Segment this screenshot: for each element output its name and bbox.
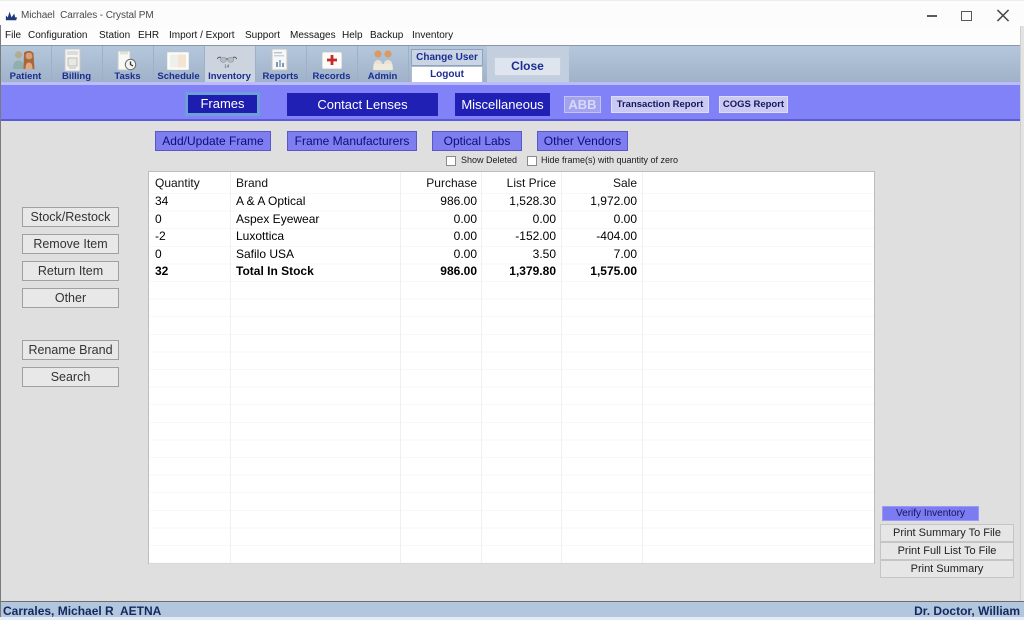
svg-text:14: 14 (224, 64, 230, 69)
